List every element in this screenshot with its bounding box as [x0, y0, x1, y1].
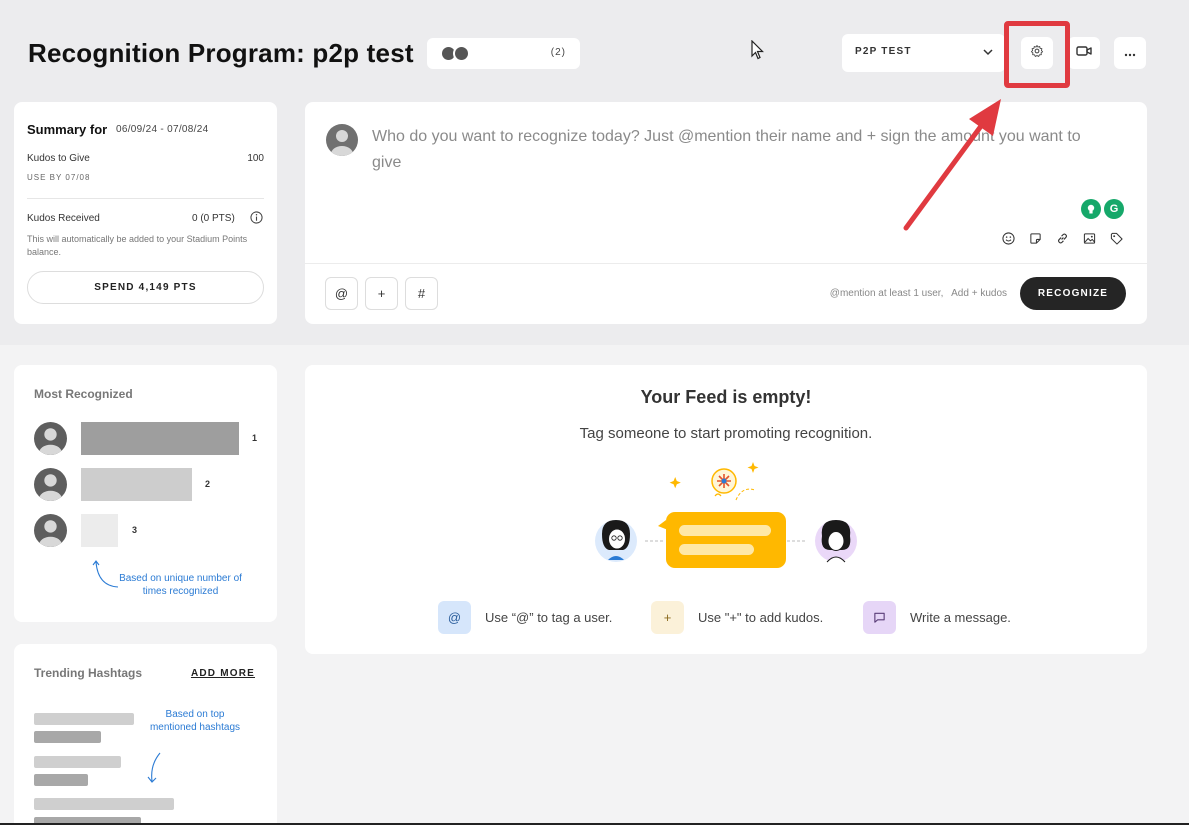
trending-hashtags-card: Trending Hashtags ADD MORE Based on top … [14, 644, 277, 825]
leaderboard-bar [81, 514, 118, 547]
page-title: Recognition Program: p2p test [28, 38, 414, 68]
hashtag-placeholder [34, 756, 121, 768]
more-options-button[interactable] [1114, 37, 1146, 69]
trending-note: Based on top mentioned hashtags [149, 709, 241, 733]
most-recognized-note: Based on unique number of times recogniz… [119, 573, 242, 597]
info-icon[interactable] [250, 211, 263, 229]
ellipsis-icon [1124, 44, 1136, 62]
kudos-received-label: Kudos Received [27, 213, 100, 224]
hint-text: Use "+" to add kudos. [698, 610, 824, 625]
add-more-link[interactable]: ADD MORE [191, 668, 255, 679]
leaderboard-bar [81, 468, 192, 501]
feed-empty-subtitle: Tag someone to start promoting recogniti… [579, 425, 873, 442]
spend-points-button[interactable]: SPEND 4,149 PTS [27, 271, 264, 304]
rank-number: 3 [132, 525, 138, 535]
trending-title: Trending Hashtags [34, 666, 143, 680]
kudos-to-give-label: Kudos to Give [27, 153, 90, 164]
video-button[interactable] [1068, 37, 1100, 69]
rank-number: 2 [205, 479, 211, 489]
hint-text: Write a message. [910, 610, 1011, 625]
summary-card: Summary for 06/09/24 - 07/08/24 Kudos to… [14, 102, 277, 324]
leaderboard-row: 3 [34, 514, 274, 547]
hashtag-placeholder [34, 774, 88, 786]
participant-avatar [453, 45, 470, 62]
recognition-composer: Who do you want to recognize today? Just… [305, 102, 1147, 324]
avatar [34, 514, 67, 547]
at-sign-icon: @ [438, 601, 471, 634]
mouse-cursor-icon [751, 39, 765, 65]
hint-add-kudos: + Use "+" to add kudos. [651, 601, 823, 634]
hashtag-placeholder [34, 731, 101, 743]
emoji-icon[interactable] [1000, 230, 1016, 246]
summary-date-range: 06/09/24 - 07/08/24 [116, 124, 209, 135]
sticker-icon[interactable] [1027, 230, 1043, 246]
grammarly-icon[interactable]: G [1104, 199, 1124, 219]
leaderboard-row: 1 [34, 422, 274, 455]
program-select-value: P2P TEST [855, 46, 912, 57]
extension-icons: G [1081, 199, 1124, 219]
image-icon[interactable] [1081, 230, 1097, 246]
summary-heading: Summary for [27, 122, 108, 137]
feed-empty-title: Your Feed is empty! [640, 387, 812, 407]
plus-icon: + [651, 601, 684, 634]
kudos-to-give-value: 100 [247, 153, 264, 164]
composer-divider [305, 263, 1147, 264]
video-camera-icon [1076, 44, 1092, 62]
composer-toolbar [1000, 230, 1124, 246]
link-icon[interactable] [1054, 230, 1070, 246]
feed-card: Your Feed is empty! Tag someone to start… [305, 365, 1147, 654]
highlight-box [1004, 21, 1070, 88]
avatar [34, 422, 67, 455]
summary-divider [27, 198, 264, 199]
down-arrow-icon [147, 752, 161, 783]
tag-icon[interactable] [1108, 230, 1124, 246]
composer-hint: @mention at least 1 user, Add + kudos [829, 288, 1007, 299]
empty-feed-illustration [595, 462, 857, 568]
insert-kudos-button[interactable]: + [365, 277, 398, 310]
points-note: This will automatically be added to your… [27, 234, 248, 257]
participant-count: (2) [550, 47, 566, 58]
hint-tag-user: @ Use “@” to tag a user. [438, 601, 612, 634]
lightbulb-extension-icon[interactable] [1081, 199, 1101, 219]
avatar [34, 468, 67, 501]
participants-chip[interactable]: (2) [427, 38, 580, 69]
kudos-use-by: USE BY 07/08 [27, 173, 91, 182]
program-select[interactable]: P2P TEST [842, 34, 1005, 72]
chevron-down-icon [981, 45, 995, 64]
hashtag-placeholder [34, 713, 134, 725]
rank-number: 1 [252, 433, 258, 443]
hint-write-message: Write a message. [863, 601, 1011, 634]
most-recognized-title: Most Recognized [34, 387, 133, 401]
insert-mention-button[interactable]: @ [325, 277, 358, 310]
user-avatar [326, 124, 358, 156]
hashtag-placeholder [34, 798, 174, 810]
recognize-button[interactable]: RECOGNIZE [1020, 277, 1126, 310]
kudos-received-value: 0 (0 PTS) [192, 213, 235, 224]
message-input[interactable]: Who do you want to recognize today? Just… [372, 124, 1112, 176]
leaderboard-bar [81, 422, 239, 455]
leaderboard-row: 2 [34, 468, 274, 501]
most-recognized-card: Most Recognized 1 2 3 Based on unique nu… [14, 365, 277, 622]
message-icon [863, 601, 896, 634]
insert-hashtag-button[interactable]: # [405, 277, 438, 310]
hint-text: Use “@” to tag a user. [485, 610, 613, 625]
